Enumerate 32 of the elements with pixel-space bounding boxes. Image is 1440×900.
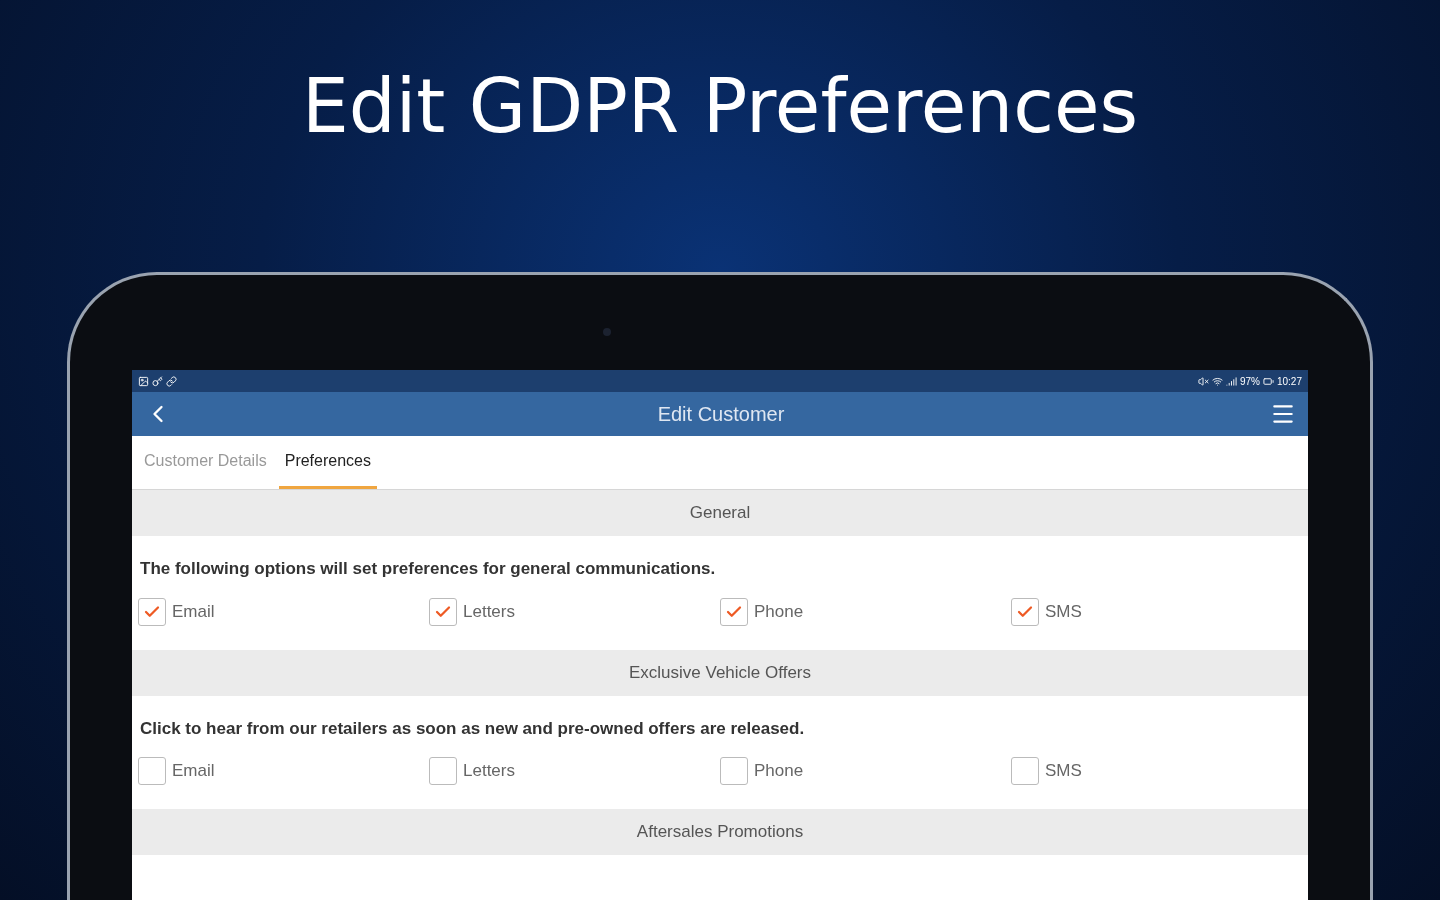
checkbox[interactable]	[720, 597, 748, 626]
checkbox[interactable]	[138, 597, 166, 626]
mute-icon	[1197, 375, 1209, 387]
wifi-icon	[1211, 375, 1223, 387]
signal-icon	[1225, 375, 1237, 387]
link-icon	[166, 375, 177, 387]
section-header: Exclusive Vehicle Offers	[132, 649, 1308, 696]
section-description: The following options will set preferences for general communications.	[139, 558, 717, 580]
key-icon	[152, 375, 163, 387]
checkbox[interactable]	[429, 757, 457, 785]
battery-icon	[1262, 375, 1274, 387]
checkbox[interactable]	[429, 597, 457, 626]
checkbox-option[interactable]: Email	[138, 597, 215, 626]
battery-percent: 97%	[1239, 374, 1260, 389]
headline: Edit GDPR Preferences	[302, 62, 1138, 150]
image-icon	[138, 375, 149, 387]
checkbox-option[interactable]: Email	[138, 757, 215, 785]
checkbox-option[interactable]: Phone	[720, 597, 804, 626]
checkbox[interactable]	[1011, 757, 1039, 785]
app-bar-title: Edit Customer	[657, 402, 785, 427]
checkbox[interactable]	[138, 757, 166, 785]
checkbox-option[interactable]: SMS	[1011, 597, 1082, 626]
section-header: General	[132, 490, 1308, 536]
section-header: Aftersales Promotions	[132, 809, 1308, 855]
checkbox[interactable]	[1011, 597, 1039, 626]
checkbox-option[interactable]: Letters	[429, 757, 515, 785]
checkbox-option[interactable]: Letters	[429, 597, 515, 626]
clock: 10:27	[1276, 374, 1302, 389]
checkbox-option[interactable]: SMS	[1011, 757, 1082, 785]
checkbox-option[interactable]: Phone	[720, 757, 804, 785]
section-description: Click to hear from our retailers as soon as new and pre-owned offers are released.	[139, 717, 806, 740]
checkbox[interactable]	[720, 757, 748, 785]
